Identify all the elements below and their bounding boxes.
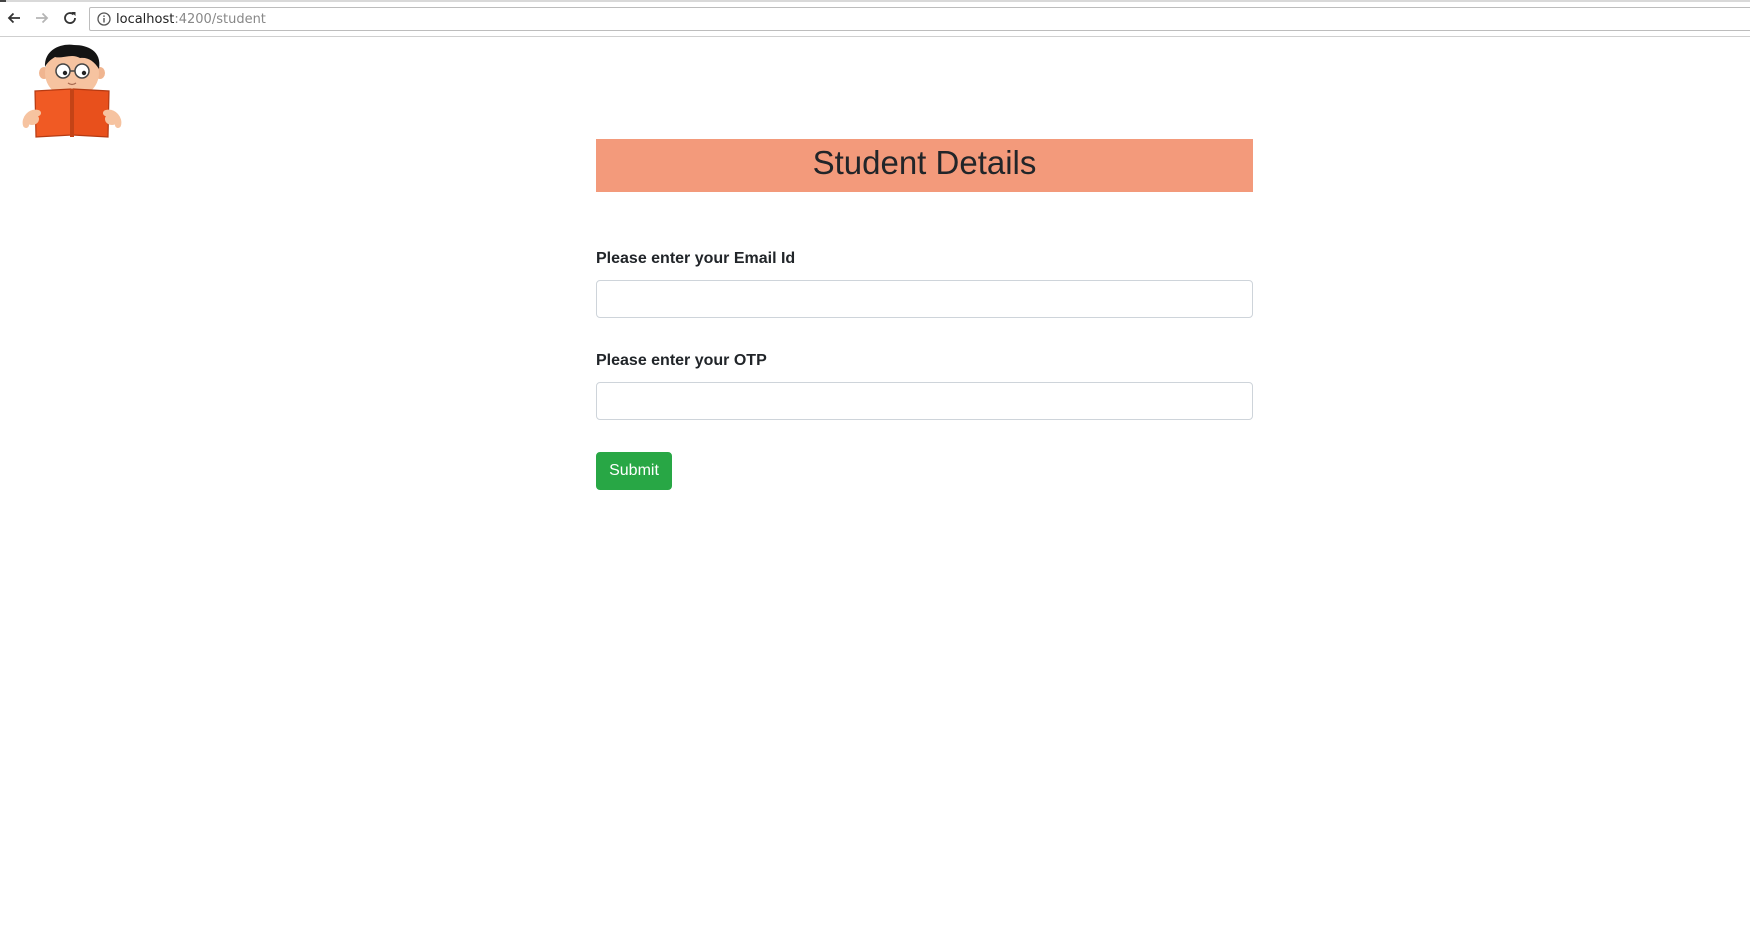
tab-strip	[0, 0, 1750, 2]
otp-label: Please enter your OTP	[596, 352, 767, 369]
otp-field[interactable]	[596, 382, 1253, 420]
back-arrow-icon	[7, 12, 20, 24]
forward-button[interactable]	[31, 7, 53, 29]
submit-button[interactable]: Submit	[596, 452, 672, 490]
back-button[interactable]	[3, 7, 25, 29]
page-header-banner: Student Details	[596, 139, 1253, 192]
email-field[interactable]	[596, 280, 1253, 318]
info-icon[interactable]	[97, 12, 111, 26]
tab-strip-active	[0, 0, 6, 2]
url-path: :4200/student	[174, 12, 266, 27]
page-title: Student Details	[812, 143, 1037, 181]
url-text[interactable]: localhost:4200/student	[116, 12, 266, 27]
email-label: Please enter your Email Id	[596, 250, 796, 267]
address-bar[interactable]: localhost:4200/student	[89, 7, 1750, 31]
url-host: localhost	[116, 12, 175, 27]
forward-arrow-icon	[36, 12, 49, 24]
reload-icon	[64, 12, 76, 24]
student-avatar-logo	[22, 44, 122, 138]
reload-button[interactable]	[59, 7, 81, 29]
browser-toolbar: localhost:4200/student	[0, 0, 1750, 37]
